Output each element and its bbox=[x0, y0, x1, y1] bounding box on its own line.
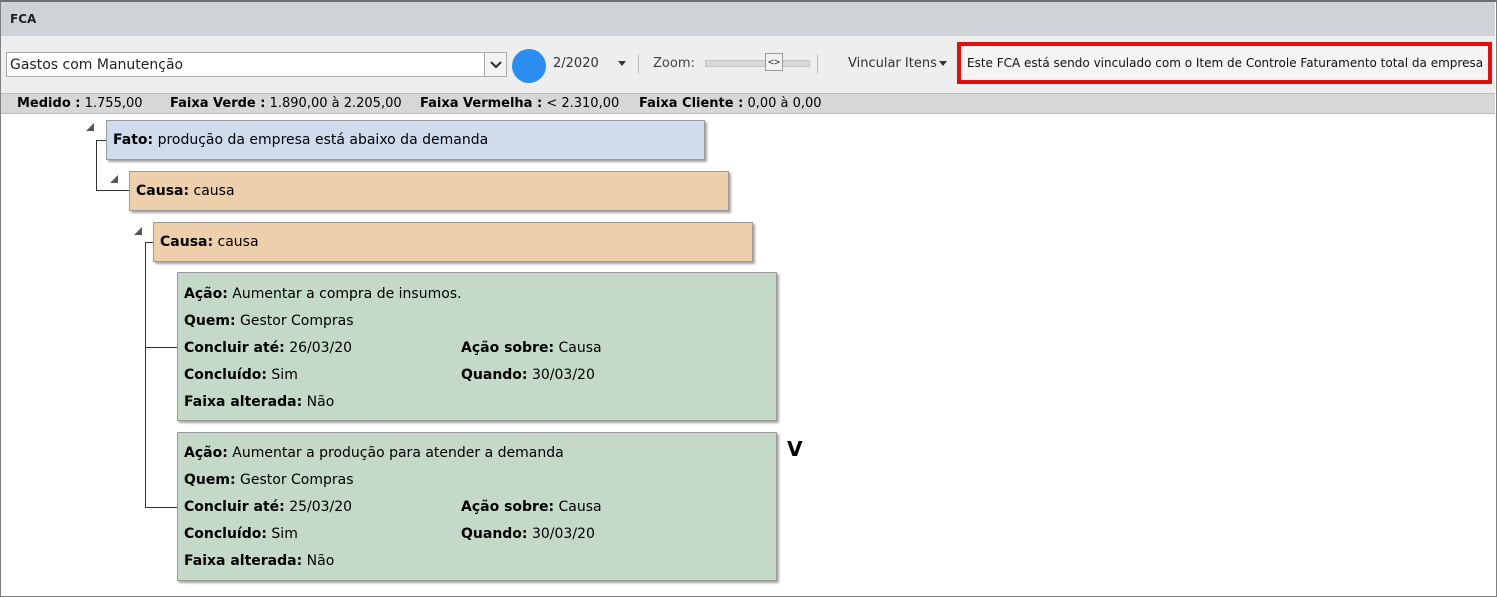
faixa-cliente-value: 0,00 à 0,00 bbox=[747, 96, 822, 111]
concluir-value: 26/03/20 bbox=[289, 340, 353, 356]
faixa-verde-value: 1.890,00 à 2.205,00 bbox=[269, 96, 402, 111]
quando-label: Quando: bbox=[461, 367, 528, 383]
status-indicator-circle bbox=[512, 49, 546, 83]
acao-text: Aumentar a produção para atender a deman… bbox=[232, 445, 564, 461]
faixa-alterada-value: Não bbox=[306, 394, 335, 410]
quem-label: Quem: bbox=[184, 313, 236, 329]
concluir-label: Concluir até: bbox=[184, 340, 285, 356]
acao-node[interactable]: Ação: Aumentar a produção para atender a… bbox=[177, 432, 777, 581]
toolbar-separator bbox=[817, 54, 818, 74]
faixa-alterada-label: Faixa alterada: bbox=[184, 394, 303, 410]
tree-connector bbox=[145, 507, 178, 508]
faixa-cliente-info: Faixa Cliente : 0,00 à 0,00 bbox=[639, 96, 822, 111]
tree-connector bbox=[96, 140, 106, 141]
causa-label: Causa: bbox=[136, 183, 190, 199]
causa-line: Causa: causa bbox=[160, 234, 259, 250]
concluido-value: Sim bbox=[271, 367, 298, 383]
causa-text: causa bbox=[193, 183, 235, 199]
tree-connector bbox=[96, 190, 129, 191]
tree-connector bbox=[145, 242, 153, 243]
fato-text: produção da empresa está abaixo da deman… bbox=[157, 132, 489, 148]
quando-value: 30/03/20 bbox=[531, 526, 595, 542]
quando-line: Quando: 30/03/20 bbox=[461, 367, 595, 383]
concluido-line: Concluído: Sim bbox=[184, 526, 298, 542]
tree-connector bbox=[145, 242, 146, 508]
medido-info: Medido : 1.755,00 bbox=[17, 96, 143, 111]
chevron-down-icon[interactable] bbox=[484, 53, 506, 76]
window-title: FCA bbox=[10, 12, 37, 26]
causa-text: causa bbox=[217, 234, 259, 250]
quem-line: Quem: Gestor Compras bbox=[184, 472, 354, 488]
acao-sobre-line: Ação sobre: Causa bbox=[461, 499, 602, 515]
indicator-select[interactable]: Gastos com Manutenção bbox=[6, 52, 507, 77]
acao-line: Ação: Aumentar a produção para atender a… bbox=[184, 445, 564, 461]
fato-label: Fato: bbox=[113, 132, 154, 148]
collapse-triangle-icon[interactable] bbox=[86, 123, 94, 131]
zoom-slider-track[interactable] bbox=[705, 60, 810, 67]
period-selector[interactable]: 2/2020 bbox=[553, 56, 599, 71]
tree-connector bbox=[145, 347, 178, 348]
zoom-slider-thumb[interactable]: <> bbox=[765, 53, 783, 71]
medido-label: Medido : bbox=[17, 96, 81, 111]
quem-label: Quem: bbox=[184, 472, 236, 488]
toolbar: Gastos com Manutenção 2/2020 Zoom: <> Vi… bbox=[1, 36, 1495, 93]
concluir-value: 25/03/20 bbox=[289, 499, 353, 515]
causa-node[interactable]: Causa: causa bbox=[153, 222, 753, 262]
tree-connector bbox=[96, 140, 97, 190]
concluir-line: Concluir até: 25/03/20 bbox=[184, 499, 352, 515]
fato-node[interactable]: Fato: produção da empresa está abaixo da… bbox=[106, 120, 705, 160]
collapse-triangle-icon[interactable] bbox=[110, 175, 118, 183]
acao-sobre-value: Causa bbox=[558, 499, 602, 515]
acao-sobre-line: Ação sobre: Causa bbox=[461, 340, 602, 356]
acao-sobre-label: Ação sobre: bbox=[461, 499, 555, 515]
faixa-verde-label: Faixa Verde : bbox=[170, 96, 266, 111]
acao-sobre-label: Ação sobre: bbox=[461, 340, 555, 356]
causa-label: Causa: bbox=[160, 234, 214, 250]
link-notice-text: Este FCA está sendo vinculado com o Item… bbox=[967, 56, 1484, 70]
faixa-vermelha-info: Faixa Vermelha : < 2.310,00 bbox=[420, 96, 619, 111]
quem-line: Quem: Gestor Compras bbox=[184, 313, 354, 329]
info-bar: Medido : 1.755,00 Faixa Verde : 1.890,00… bbox=[1, 93, 1495, 114]
fca-tree: Fato: produção da empresa está abaixo da… bbox=[0, 115, 1495, 595]
toolbar-separator bbox=[638, 54, 639, 74]
acao-node[interactable]: Ação: Aumentar a compra de insumos. Quem… bbox=[177, 272, 777, 421]
indicator-select-value: Gastos com Manutenção bbox=[10, 57, 184, 73]
medido-value: 1.755,00 bbox=[84, 96, 143, 111]
acao-label: Ação: bbox=[184, 286, 228, 302]
zoom-label: Zoom: bbox=[653, 56, 695, 71]
acao-line: Ação: Aumentar a compra de insumos. bbox=[184, 286, 462, 302]
quando-value: 30/03/20 bbox=[531, 367, 595, 383]
concluir-label: Concluir até: bbox=[184, 499, 285, 515]
faixa-cliente-label: Faixa Cliente : bbox=[639, 96, 744, 111]
verified-mark: V bbox=[787, 437, 803, 461]
quem-value: Gestor Compras bbox=[240, 472, 354, 488]
concluido-label: Concluído: bbox=[184, 526, 267, 542]
acao-text: Aumentar a compra de insumos. bbox=[232, 286, 462, 302]
concluir-line: Concluir até: 26/03/20 bbox=[184, 340, 352, 356]
quem-value: Gestor Compras bbox=[240, 313, 354, 329]
causa-node[interactable]: Causa: causa bbox=[129, 171, 729, 211]
fato-line: Fato: produção da empresa está abaixo da… bbox=[113, 132, 488, 148]
link-notice-box: Este FCA está sendo vinculado com o Item… bbox=[957, 42, 1492, 84]
concluido-value: Sim bbox=[271, 526, 298, 542]
faixa-alterada-line: Faixa alterada: Não bbox=[184, 553, 334, 569]
acao-sobre-value: Causa bbox=[558, 340, 602, 356]
faixa-verde-info: Faixa Verde : 1.890,00 à 2.205,00 bbox=[170, 96, 402, 111]
collapse-triangle-icon[interactable] bbox=[134, 227, 142, 235]
faixa-vermelha-label: Faixa Vermelha : bbox=[420, 96, 543, 111]
vincular-itens-button[interactable]: Vincular Itens bbox=[848, 56, 937, 71]
causa-line: Causa: causa bbox=[136, 183, 235, 199]
quando-label: Quando: bbox=[461, 526, 528, 542]
title-bar: FCA bbox=[1, 2, 1495, 36]
vincular-dropdown-arrow-icon[interactable] bbox=[939, 61, 947, 66]
concluido-label: Concluído: bbox=[184, 367, 267, 383]
concluido-line: Concluído: Sim bbox=[184, 367, 298, 383]
faixa-alterada-label: Faixa alterada: bbox=[184, 553, 303, 569]
period-dropdown-arrow-icon[interactable] bbox=[618, 61, 626, 66]
acao-label: Ação: bbox=[184, 445, 228, 461]
faixa-vermelha-value: < 2.310,00 bbox=[546, 96, 620, 111]
faixa-alterada-line: Faixa alterada: Não bbox=[184, 394, 334, 410]
quando-line: Quando: 30/03/20 bbox=[461, 526, 595, 542]
faixa-alterada-value: Não bbox=[306, 553, 335, 569]
